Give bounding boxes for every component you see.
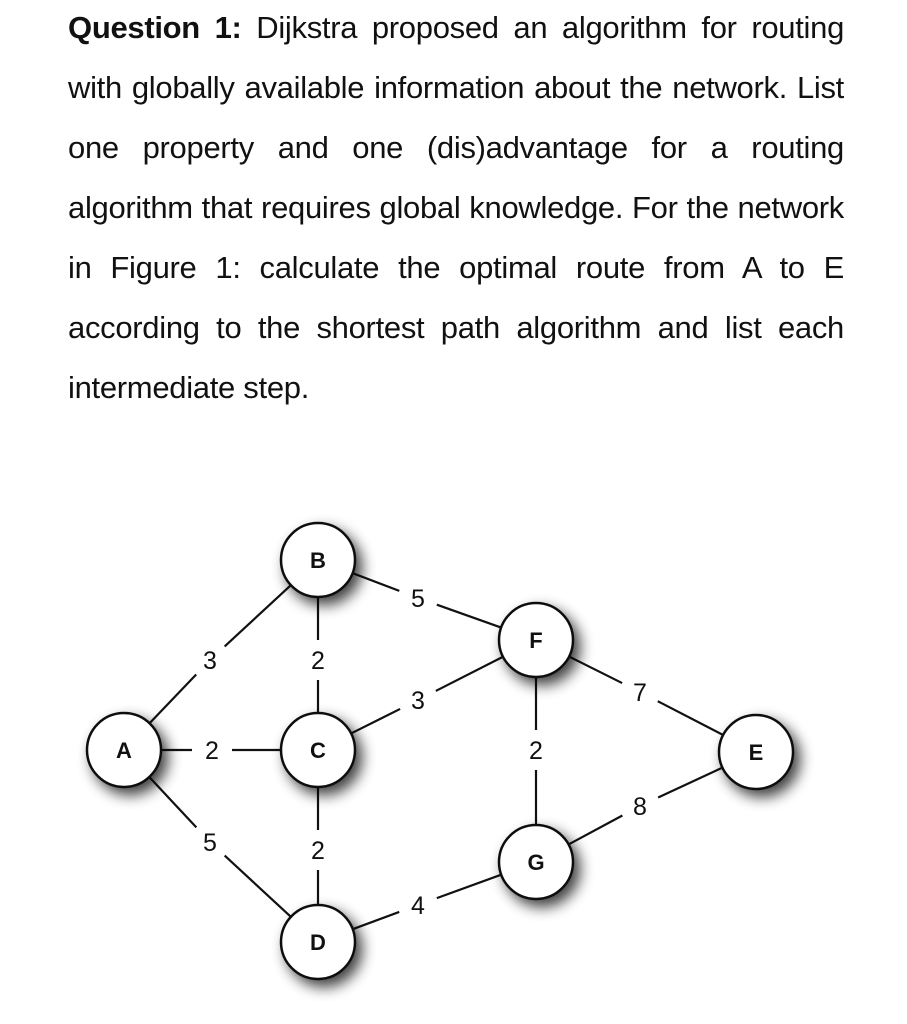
- edge-line: [223, 854, 292, 918]
- edge-C-D: 2: [311, 787, 325, 905]
- node-B: B: [279, 521, 357, 599]
- node-label: A: [116, 738, 132, 763]
- node-C: C: [279, 711, 357, 789]
- edge-D-G: 4: [352, 873, 502, 931]
- node-E: E: [717, 713, 795, 791]
- nodes-layer: A B C D E F G: [85, 521, 795, 981]
- node-D: D: [279, 903, 357, 981]
- edge-line: [436, 873, 502, 900]
- node-F: F: [497, 601, 575, 679]
- edge-weight-label: 5: [203, 829, 217, 857]
- edge-weight-label: 7: [633, 679, 647, 707]
- edge-line: [657, 766, 723, 799]
- edge-weight-label: 3: [411, 687, 425, 715]
- node-label: C: [310, 738, 326, 763]
- edges-layer: 3 2 5 2 5 3 2 4 2 7 8: [148, 572, 724, 931]
- edge-line: [435, 655, 504, 692]
- question-body: Dijkstra proposed an algorithm for routi…: [68, 10, 845, 405]
- edge-weight-label: 2: [205, 737, 219, 765]
- edge-line: [568, 814, 623, 846]
- edge-F-G: 2: [529, 677, 543, 825]
- edge-A-C: 2: [161, 737, 281, 765]
- edge-line: [352, 572, 400, 592]
- edge-weight-label: 2: [311, 647, 325, 675]
- edge-line: [148, 673, 197, 725]
- node-label: G: [527, 850, 544, 875]
- edge-line: [657, 700, 724, 736]
- edge-A-D: 5: [148, 776, 292, 918]
- edge-weight-label: 2: [311, 837, 325, 865]
- node-A: A: [85, 711, 163, 789]
- edge-line: [148, 776, 198, 829]
- edge-weight-label: 4: [411, 892, 425, 920]
- node-label: B: [310, 548, 326, 573]
- edge-weight-label: 3: [203, 647, 217, 675]
- edge-B-C: 2: [311, 597, 325, 713]
- node-G: G: [497, 823, 575, 901]
- edge-F-E: 7: [568, 655, 724, 736]
- edge-G-E: 8: [568, 766, 723, 846]
- edge-line: [436, 603, 502, 629]
- node-label: D: [310, 930, 326, 955]
- network-figure: 3 2 5 2 5 3 2 4 2 7 8 A B C D E F G: [85, 521, 795, 981]
- edge-line: [223, 584, 292, 648]
- node-label: E: [749, 740, 764, 765]
- edge-C-F: 3: [350, 655, 504, 735]
- question-text: Question 1: Dijkstra proposed an algorit…: [68, 0, 844, 418]
- edge-line: [568, 655, 623, 685]
- edge-B-F: 5: [352, 572, 502, 629]
- edge-weight-label: 2: [529, 737, 543, 765]
- node-label: F: [529, 628, 542, 653]
- question-heading: Question 1:: [68, 10, 242, 45]
- edge-weight-label: 8: [633, 793, 647, 821]
- edge-A-B: 3: [148, 584, 292, 725]
- edge-line: [350, 707, 401, 735]
- edge-line: [352, 910, 400, 931]
- edge-weight-label: 5: [411, 585, 425, 613]
